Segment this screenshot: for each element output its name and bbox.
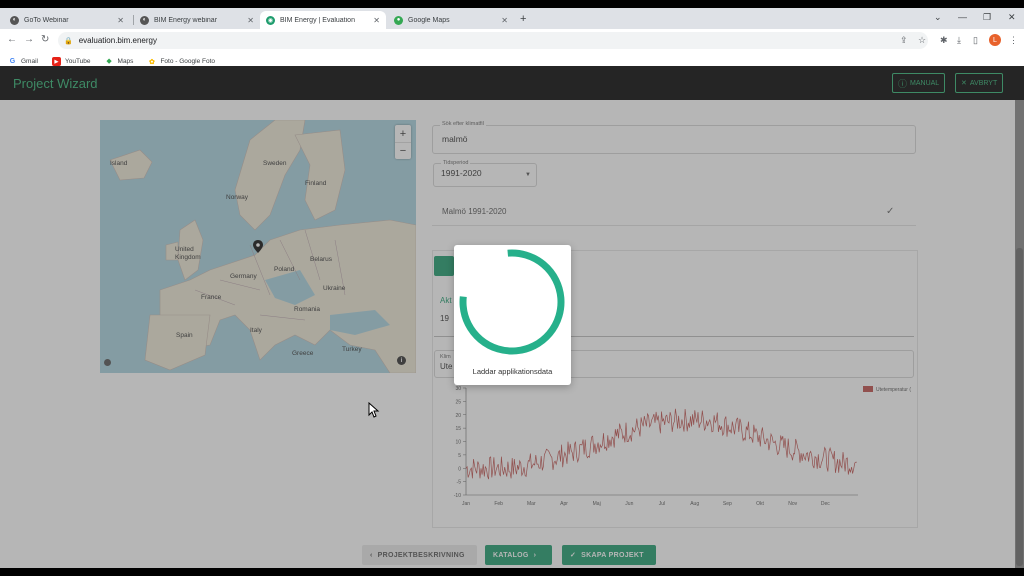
- url-input[interactable]: 🔒 evaluation.bim.energy: [58, 32, 928, 49]
- bookmark-photos[interactable]: ✿ Foto - Google Foto: [147, 57, 215, 66]
- close-icon[interactable]: ✕: [117, 16, 124, 25]
- bim-logo-icon: ◉: [266, 15, 275, 25]
- address-bar: ← → ↻ 🔒 evaluation.bim.energy ⇪ ☆ ✱ ⤓ ▯ …: [0, 29, 1024, 53]
- back-arrow-icon[interactable]: ←: [7, 34, 17, 45]
- star-icon[interactable]: ☆: [918, 35, 926, 46]
- maps-pin-icon: ●: [394, 15, 403, 25]
- forward-arrow-icon[interactable]: →: [24, 34, 34, 45]
- url-text: evaluation.bim.energy: [78, 36, 157, 45]
- lock-icon: 🔒: [64, 37, 73, 45]
- loading-dialog: Laddar applikationsdata: [454, 245, 571, 385]
- tab-search-icon[interactable]: ⌄: [934, 12, 942, 23]
- tab-google-maps[interactable]: ● Google Maps ✕: [388, 11, 514, 29]
- close-icon[interactable]: ✕: [247, 16, 254, 25]
- bookmark-gmail[interactable]: G Gmail: [8, 57, 38, 66]
- tab-label: Google Maps: [408, 16, 450, 24]
- tab-goto-webinar[interactable]: ◐ GoTo Webinar ✕: [4, 11, 130, 29]
- google-icon: G: [9, 58, 16, 65]
- profile-avatar[interactable]: L: [989, 34, 1001, 46]
- app-header: Project Wizard ⓘ MANUAL ✕ AVBRYT: [0, 66, 1024, 100]
- bookmark-youtube[interactable]: ▶ YouTube: [51, 57, 91, 66]
- sidepanel-icon[interactable]: ▯: [973, 35, 978, 46]
- cancel-button[interactable]: ✕ AVBRYT: [955, 73, 1004, 93]
- mouse-cursor-icon: [368, 402, 380, 418]
- close-icon: ✕: [961, 80, 967, 87]
- globe-icon: ◐: [10, 15, 19, 25]
- browser-tab-bar: ◐ GoTo Webinar ✕ ◐ BIM Energy webinar ✕ …: [0, 8, 1024, 29]
- close-icon[interactable]: ✕: [501, 16, 508, 25]
- app-title: Project Wizard: [13, 76, 98, 91]
- tab-label: GoTo Webinar: [24, 16, 69, 24]
- bookmark-label: Maps: [117, 58, 134, 65]
- share-icon[interactable]: ⇪: [900, 35, 908, 46]
- bookmark-label: YouTube: [64, 58, 91, 65]
- tab-bim-webinar[interactable]: ◐ BIM Energy webinar ✕: [134, 11, 260, 29]
- new-tab-icon[interactable]: +: [520, 13, 526, 25]
- window-close-icon[interactable]: ✕: [1008, 12, 1016, 23]
- download-icon[interactable]: ⤓: [957, 35, 961, 46]
- restore-icon[interactable]: ❐: [983, 12, 991, 23]
- reload-icon[interactable]: ↻: [41, 34, 49, 45]
- cancel-label: AVBRYT: [969, 79, 998, 87]
- manual-label: MANUAL: [910, 79, 940, 87]
- youtube-icon: ▶: [51, 57, 61, 66]
- minimize-icon[interactable]: —: [958, 12, 967, 22]
- tab-label: BIM Energy | Evaluation: [280, 16, 355, 24]
- loading-text: Laddar applikationsdata: [472, 367, 553, 376]
- spinner-icon: [459, 249, 565, 355]
- menu-kebab-icon[interactable]: ⋮: [1009, 35, 1018, 46]
- tab-label: BIM Energy webinar: [154, 16, 218, 24]
- help-circle-icon: ⓘ: [898, 78, 908, 89]
- bookmark-maps[interactable]: ⬥ Maps: [105, 57, 134, 66]
- globe-icon: ◐: [140, 15, 149, 25]
- bookmark-label: Gmail: [21, 58, 38, 65]
- maps-icon: ⬥: [106, 57, 112, 65]
- manual-button[interactable]: ⓘ MANUAL: [892, 73, 946, 93]
- extensions-icon[interactable]: ✱: [940, 35, 948, 46]
- tab-bim-evaluation[interactable]: ◉ BIM Energy | Evaluation ✕: [260, 11, 386, 29]
- photos-icon: ✿: [149, 58, 155, 66]
- close-icon[interactable]: ✕: [373, 16, 380, 25]
- bookmark-label: Foto - Google Foto: [160, 58, 215, 65]
- screen: ◐ GoTo Webinar ✕ ◐ BIM Energy webinar ✕ …: [0, 8, 1024, 568]
